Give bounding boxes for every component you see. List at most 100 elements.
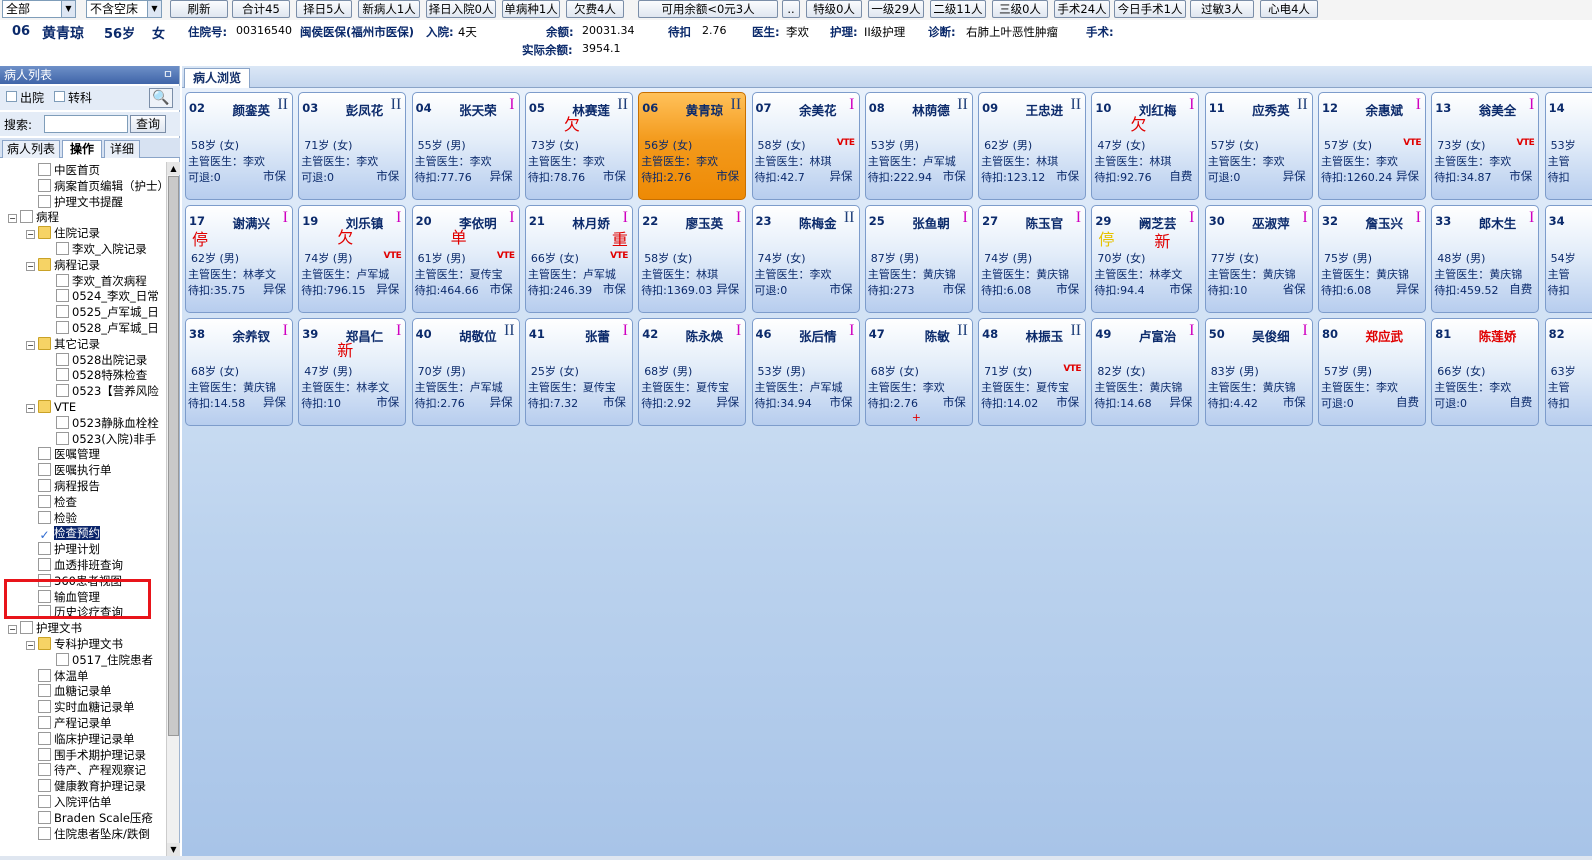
bed-card[interactable]: 22 廖玉英 I 58岁 (女) 主管医生：林琪 待扣:1369.03 异保 [638,205,747,313]
toolbar-button-3[interactable]: 新病人1人 [358,0,420,18]
tree-node[interactable]: − 其它记录 [26,336,100,352]
tree-node[interactable]: 血透排班查询 [26,557,123,573]
tree-node[interactable]: 健康教育护理记录 [26,778,146,794]
tree-node[interactable]: Braden Scale压疮 [26,810,153,826]
tree-node[interactable]: 临床护理记录单 [26,731,135,747]
bed-card[interactable]: 05 林赛莲 II 73岁 (女) 主管医生：李欢 待扣:78.76 市保欠 [524,92,633,200]
bed-card[interactable]: 10 刘红梅 I 47岁 (女) 主管医生：林琪 待扣:92.76 自费欠 [1091,92,1200,200]
bed-card[interactable]: 02 颜銮英 II 58岁 (女) 主管医生：李欢 可退:0 市保 [185,92,293,200]
toolbar-button-6[interactable]: 欠费4人 [566,0,624,18]
bed-card[interactable]: 19 刘乐镇 I 74岁 (男) 主管医生：卢军城 待扣:796.15 异保 VTE 欠 [298,205,407,313]
discharged-checkbox[interactable] [6,91,17,102]
search-input[interactable] [44,115,128,133]
scroll-up-icon[interactable]: ▲ [167,162,180,175]
toolbar-button-1[interactable]: 合计45 [232,0,290,18]
tree-node[interactable]: 0528_卢军城_日 [44,320,159,336]
tree-node[interactable]: 0523【营养风险 [44,383,159,399]
tree-node[interactable]: 血糖记录单 [26,683,112,699]
bed-card[interactable]: 34 54岁 主管 待扣 [1544,205,1592,313]
tree-node[interactable]: ✓ 检查预约 [26,525,100,543]
bed-card[interactable]: 39 郑昌仁 I 47岁 (男) 主管医生：林孝文 待扣:10 市保新 [298,318,407,426]
bed-card[interactable]: 30 巫淑萍 I 77岁 (女) 主管医生：黄庆锦 待扣:10 省保 [1204,205,1313,313]
tree-node[interactable]: 实时血糖记录单 [26,699,135,715]
bed-card[interactable]: 42 陈永焕 I 68岁 (男) 主管医生：夏传宝 待扣:2.92 异保 [638,318,747,426]
bed-card[interactable]: 20 李依明 I 61岁 (男) 主管医生：夏传宝 待扣:464.66 市保 VTE 单 [411,205,520,313]
toolbar-button-4[interactable]: 择日入院0人 [426,0,496,18]
bed-card[interactable]: 17 谢满兴 I 62岁 (男) 主管医生：林孝文 待扣:35.75 异保停 [185,205,293,313]
bed-card[interactable]: 07 余美花 I 58岁 (女) 主管医生：林琪 待扣:42.7 异保 VTE [751,92,860,200]
tree-node[interactable]: 护理计划 [26,541,100,557]
tree-node[interactable]: 医嘱执行单 [26,462,112,478]
bed-card[interactable]: 09 王忠进 II 62岁 (男) 主管医生：林琪 待扣:123.12 市保 [978,92,1087,200]
tree-node[interactable]: − 住院记录 [26,225,100,241]
collapse-icon[interactable]: − [8,625,17,635]
tab-patient-list[interactable]: 病人列表 [2,140,60,158]
bed-card[interactable]: 03 彭凤花 II 71岁 (女) 主管医生：李欢 可退:0 市保 [298,92,407,200]
collapse-icon[interactable]: − [8,214,17,224]
bed-card[interactable]: 40 胡敬位 II 70岁 (男) 主管医生：卢军城 待扣:2.76 异保 [411,318,520,426]
bed-card[interactable]: 50 吴俊细 I 83岁 (男) 主管医生：黄庆锦 待扣:4.42 市保 [1204,318,1313,426]
bed-card[interactable]: 41 张蕾 I 25岁 (女) 主管医生：夏传宝 待扣:7.32 市保 [524,318,633,426]
toolbar-button-8[interactable]: .. [782,0,800,18]
tree-scrollbar[interactable]: ▲ ▼ [166,162,180,856]
tree-node[interactable]: 0525_卢军城_日 [44,304,159,320]
tree-node[interactable]: − VTE [26,399,76,415]
tree-node[interactable]: − 病程 [8,209,59,225]
bed-card[interactable]: 11 应秀英 II 57岁 (女) 主管医生：李欢 可退:0 异保 [1204,92,1313,200]
bed-card[interactable]: 25 张鱼朝 I 87岁 (男) 主管医生：黄庆锦 待扣:273 市保 [864,205,973,313]
bed-card[interactable]: 29 阙芝芸 I 70岁 (女) 主管医生：林孝文 待扣:94.4 市保停新 [1091,205,1200,313]
tree-node[interactable]: 住院患者坠床/跌倒 [26,826,150,842]
tree-node[interactable]: − 专科护理文书 [26,636,123,652]
transferred-checkbox[interactable] [54,91,65,102]
bed-card[interactable]: 14 53岁 主管 待扣 [1544,92,1592,200]
tree-node[interactable]: − 护理文书 [8,620,82,636]
tree-node[interactable]: 待产、产程观察记 [26,762,146,778]
search-button[interactable]: 查询 [130,115,166,133]
tree-node[interactable]: 病案首页编辑（护士） [26,178,166,194]
toolbar-button-15[interactable]: 过敏3人 [1190,0,1254,18]
toolbar-button-10[interactable]: 一级29人 [868,0,924,18]
tree-node[interactable]: 检验 [26,510,77,526]
toolbar-button-0[interactable]: 刷新 [170,0,228,18]
toolbar-button-14[interactable]: 今日手术1人 [1114,0,1186,18]
bed-card[interactable]: 80 郑应武 57岁 (男) 主管医生：李欢 可退:0 自费 [1318,318,1426,426]
tree-node[interactable]: 0523静脉血栓栓 [44,415,159,431]
bed-card[interactable]: 06 黄青琼 II 56岁 (女) 主管医生：李欢 待扣:2.76 市保 [638,92,747,200]
toolbar-button-2[interactable]: 择日5人 [296,0,352,18]
tab-details[interactable]: 详细 [104,140,140,158]
toolbar-button-7[interactable]: 可用余额<0元3人 [638,0,778,18]
bed-card[interactable]: 81 陈莲娇 66岁 (女) 主管医生：李欢 可退:0 自费 [1431,318,1540,426]
collapse-icon[interactable]: − [26,230,35,240]
bed-card[interactable]: 04 张天荣 I 55岁 (男) 主管医生：李欢 待扣:77.76 异保 [411,92,520,200]
search-icon[interactable]: 🔍 [149,88,173,108]
bed-card[interactable]: 82 63岁 主管 待扣 [1544,318,1592,426]
toolbar-button-11[interactable]: 二级11人 [930,0,986,18]
tree-node[interactable]: 检查 [26,494,77,510]
bed-card[interactable]: 23 陈梅金 II 74岁 (女) 主管医生：李欢 可退:0 市保 [751,205,860,313]
tree-node[interactable]: 护理文书提醒 [26,194,123,210]
tree-node[interactable]: 0528特殊检查 [44,367,147,383]
bed-card[interactable]: 48 林振玉 II 71岁 (女) 主管医生：夏传宝 待扣:14.02 市保 VTE [978,318,1087,426]
tree-node[interactable]: 中医首页 [26,162,100,178]
bed-card[interactable]: 38 余养钗 I 68岁 (女) 主管医生：黄庆锦 待扣:14.58 异保 [185,318,293,426]
bed-filter-select[interactable]: 不含空床 ▼ [86,0,162,18]
collapse-icon[interactable]: − [26,641,35,650]
collapse-icon[interactable]: − [26,261,35,271]
tree-node[interactable]: 体温单 [26,668,89,684]
toolbar-button-13[interactable]: 手术24人 [1054,0,1110,18]
tree-node[interactable]: 0517_住院患者 [44,652,153,668]
tree-node[interactable]: 病程报告 [26,478,100,494]
bed-card[interactable]: 47 陈敏 II 68岁 (女) 主管医生：李欢 待扣:2.76 市保 + [864,318,973,426]
tree-node[interactable]: 围手术期护理记录 [26,747,146,763]
toolbar-button-16[interactable]: 心电4人 [1260,0,1318,18]
chevron-down-icon[interactable]: ▼ [61,1,75,17]
scroll-down-icon[interactable]: ▼ [167,843,180,856]
bed-card[interactable]: 32 詹玉兴 I 75岁 (男) 主管医生：黄庆锦 待扣:6.08 异保 [1318,205,1426,313]
tree-node[interactable]: 0523(入院)非手 [44,431,156,447]
bed-card[interactable]: 27 陈玉官 I 74岁 (男) 主管医生：黄庆锦 待扣:6.08 市保 [978,205,1087,313]
bed-card[interactable]: 21 林月娇 I 66岁 (女) 主管医生：卢军城 待扣:246.39 市保 VTE 重 [524,205,633,313]
tree-node[interactable]: − 病程记录 [26,257,100,273]
tree-node[interactable]: 0524_李欢_日常 [44,288,159,304]
bed-card[interactable]: 12 余惠斌 I 57岁 (女) 主管医生：李欢 待扣:1260.24 异保 VTE [1318,92,1426,200]
toolbar-button-9[interactable]: 特级0人 [806,0,862,18]
